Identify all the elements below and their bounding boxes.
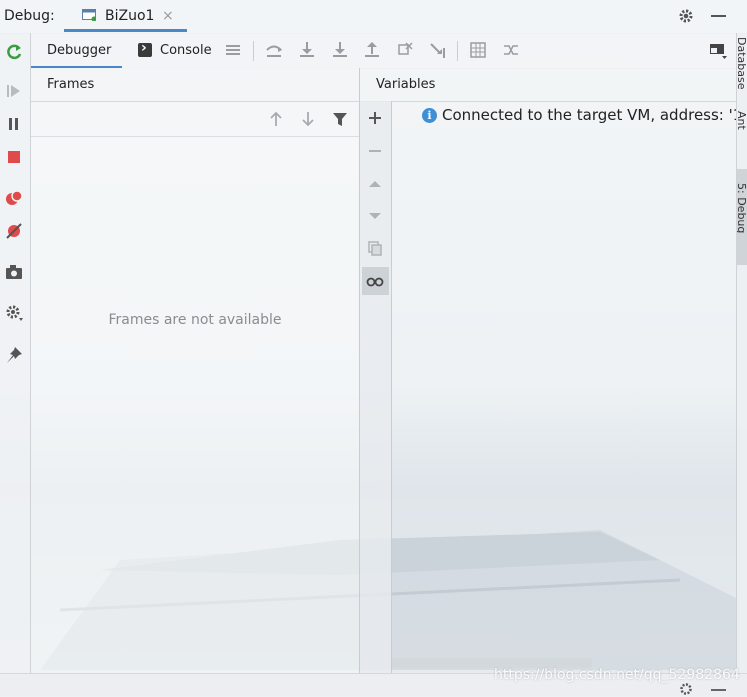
drop-frame-icon[interactable] xyxy=(395,40,415,60)
toolbar-separator xyxy=(253,41,254,61)
frames-header: Frames xyxy=(31,68,359,102)
step-into-icon[interactable] xyxy=(330,40,350,60)
add-icon[interactable] xyxy=(366,109,384,127)
session-tab-label: BiZuo1 xyxy=(105,8,155,24)
frames-empty-message: Frames are not available xyxy=(108,312,282,328)
ant-tool-button[interactable]: Ant xyxy=(737,111,747,130)
minimize-icon[interactable] xyxy=(711,689,726,691)
right-tool-stripe: Database Ant 5: Debug xyxy=(736,33,747,673)
glasses-icon[interactable] xyxy=(366,272,384,290)
info-icon: i xyxy=(422,108,437,123)
database-tool-button[interactable]: Database xyxy=(737,37,747,90)
evaluate-expression-icon[interactable] xyxy=(468,40,488,60)
toolbar-separator xyxy=(457,41,458,61)
close-icon[interactable]: × xyxy=(162,8,174,24)
remove-icon[interactable] xyxy=(366,142,384,160)
trace-icon[interactable] xyxy=(501,40,521,60)
frames-title: Frames xyxy=(47,77,95,92)
variables-toolbar xyxy=(360,101,392,673)
filter-icon[interactable] xyxy=(331,110,349,128)
step-over-icon[interactable] xyxy=(297,40,317,60)
variables-header: Variables xyxy=(360,68,736,102)
tab-console[interactable]: Console xyxy=(136,33,216,68)
debug-tool-window-header: Debug: BiZuo1 × xyxy=(0,0,747,34)
variables-title: Variables xyxy=(376,77,436,92)
gear-icon[interactable] xyxy=(677,7,695,25)
console-icon xyxy=(138,40,152,57)
step-out-icon[interactable] xyxy=(362,40,382,60)
camera-icon[interactable] xyxy=(3,261,25,283)
stop-icon[interactable] xyxy=(3,146,25,168)
arrow-up-icon[interactable] xyxy=(267,110,285,128)
debug-label: Debug: xyxy=(4,8,55,24)
frames-toolbar xyxy=(31,102,359,137)
resume-icon[interactable] xyxy=(3,80,25,102)
pin-icon[interactable] xyxy=(3,344,25,366)
view-breakpoints-icon[interactable] xyxy=(3,187,25,209)
tab-debugger-label: Debugger xyxy=(47,43,112,58)
debugger-toolbar: Debugger Console xyxy=(31,33,736,69)
application-icon xyxy=(82,9,96,21)
session-tab-bizuo1[interactable]: BiZuo1 × xyxy=(64,0,187,32)
connection-message-text: Connected to the target VM, address: '1 xyxy=(442,106,736,124)
tab-selection-indicator xyxy=(64,29,187,32)
run-to-cursor-icon[interactable] xyxy=(428,40,448,60)
connection-message: i Connected to the target VM, address: '… xyxy=(422,106,736,126)
duplicate-icon[interactable] xyxy=(366,239,384,257)
layout-icon[interactable] xyxy=(223,40,243,60)
tab-debugger[interactable]: Debugger xyxy=(31,33,122,68)
rerun-icon[interactable] xyxy=(3,41,25,63)
move-up-icon[interactable] xyxy=(366,175,384,193)
arrow-down-icon[interactable] xyxy=(299,110,317,128)
restore-layout-icon[interactable] xyxy=(708,40,728,60)
pause-icon[interactable] xyxy=(3,113,25,135)
tab-console-label: Console xyxy=(160,43,212,58)
minimize-icon[interactable] xyxy=(711,15,726,17)
frames-panel: Frames Frames are not available xyxy=(31,68,360,673)
watermark: https://blog.csdn.net/qq_52982864 xyxy=(494,667,740,683)
mute-breakpoints-icon[interactable] xyxy=(3,220,25,242)
settings-icon[interactable] xyxy=(3,301,25,323)
left-toolbar xyxy=(0,33,31,673)
debug-tool-button[interactable]: 5: Debug xyxy=(737,183,747,233)
move-down-icon[interactable] xyxy=(366,207,384,225)
show-execution-point-icon[interactable] xyxy=(264,40,284,60)
